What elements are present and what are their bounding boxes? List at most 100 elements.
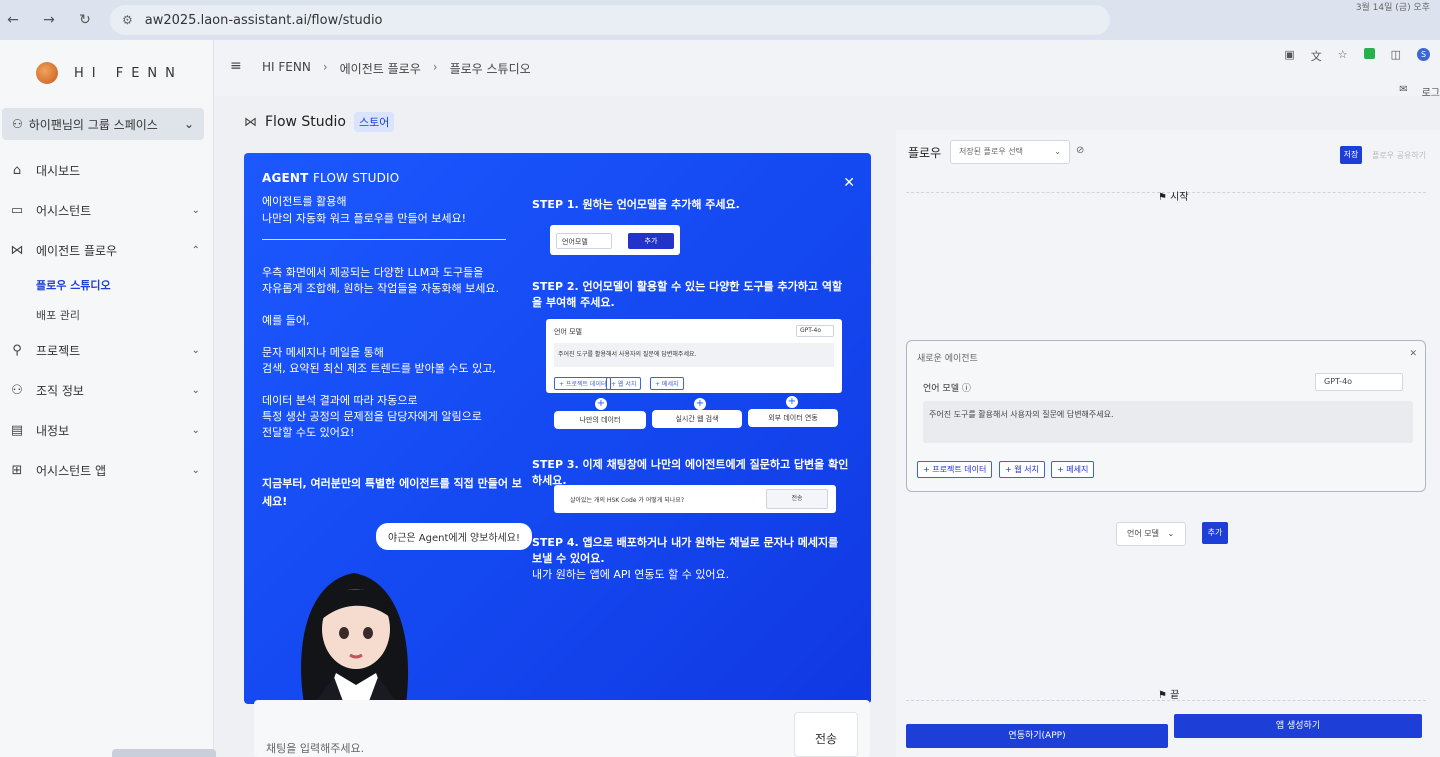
flag-icon: ⚑ — [1158, 192, 1167, 203]
flow-label: 플로우 — [908, 146, 942, 160]
forward-icon[interactable]: → — [42, 12, 56, 28]
chat-icon: ▭ — [10, 202, 24, 218]
intro-title-bold: AGENT — [262, 171, 309, 185]
step4-title-text: STEP 4. 앱으로 배포하거나 내가 원하는 채널로 문자나 메세지를 보낼… — [532, 536, 839, 565]
character-illustration — [301, 573, 409, 704]
home-icon: ⌂ — [12, 162, 22, 178]
sidebar-item-label: 어시스턴트 — [36, 203, 92, 218]
mail-icon[interactable]: ✉ — [1399, 84, 1407, 99]
menu-collapse-icon[interactable]: ≡ — [230, 58, 242, 74]
prompt-field[interactable]: 주어진 도구를 활용해서 사용자의 질문에 답변해주세요. — [923, 401, 1413, 443]
address-bar[interactable]: ⚙ aw2025.laon-assistant.ai/flow/studio — [110, 5, 1110, 35]
extension-icon[interactable] — [1363, 48, 1375, 59]
chevron-down-icon: ⌄ — [191, 344, 200, 356]
browser-extension-icons: ▣ 文 ☆ ◫ S — [1284, 48, 1430, 64]
puzzle-icon[interactable]: ◫ — [1391, 48, 1401, 64]
apps-icon: ⊞ — [11, 462, 23, 478]
reload-icon[interactable]: ↻ — [78, 12, 92, 28]
close-icon[interactable]: ✕ — [843, 175, 855, 191]
add-project-data-button[interactable]: + 프로젝트 데이터 — [917, 461, 993, 478]
back-icon[interactable]: ← — [6, 12, 20, 28]
store-badge[interactable]: 스토어 — [354, 112, 395, 132]
mock-pill: 실시간 웹 검색 — [652, 410, 742, 428]
intro-lead-line2: 나만의 자동화 워크 플로우를 만들어 보세요! — [262, 212, 467, 225]
language-model-select[interactable]: 언어 모델 ⌄ — [1116, 522, 1186, 546]
mock-tag: + 프로젝트 데이터 — [554, 377, 612, 390]
intro-lead-line1: 에이전트를 활용해 — [262, 195, 347, 208]
step2-title: STEP 2. 언어모델이 활용할 수 있는 다양한 도구를 추가하고 역할을 … — [532, 280, 843, 309]
breadcrumb-home[interactable]: HI FENN — [262, 60, 311, 77]
sidebar-item-agent-flow[interactable]: ⋈ 에이전트 플로우 ⌃ — [0, 230, 214, 270]
sidebar-item-label: 에이전트 플로우 — [36, 243, 118, 258]
end-node: ⚑ 끝 — [1158, 686, 1179, 701]
brand-name: HI FENN — [74, 65, 183, 81]
create-app-button[interactable]: 앱 생성하기 — [1174, 714, 1422, 738]
url-text: aw2025.laon-assistant.ai/flow/studio — [144, 12, 383, 28]
sidebar-menu: ⌂ 대시보드 ▭ 어시스턴트 ⌄ ⋈ 에이전트 플로우 ⌃ 플로우 스튜디오 배… — [0, 150, 214, 490]
close-icon[interactable]: ✕ — [1409, 349, 1417, 359]
send-button[interactable]: 전송 — [794, 712, 858, 757]
login-link[interactable]: 로그 — [1422, 84, 1440, 99]
chevron-up-icon: ⌃ — [191, 244, 200, 256]
step1-mock: 언어모델 추가 — [550, 225, 680, 255]
star-icon[interactable]: ☆ — [1338, 48, 1348, 64]
breadcrumb-current: 플로우 스튜디오 — [449, 62, 531, 76]
sidebar-subitem-deploy[interactable]: 배포 관리 — [0, 300, 214, 330]
sidebar-item-project[interactable]: ⚲ 프로젝트 ⌄ — [0, 330, 214, 370]
sidebar-item-label: 어시스턴트 앱 — [36, 463, 107, 478]
chevron-right-icon: › — [432, 60, 438, 74]
person-icon: ⚲ — [12, 342, 22, 358]
intro-paragraph: 우측 화면에서 제공되는 다양한 LLM과 도구들을 자유롭게 조합해, 원하는… — [262, 266, 499, 295]
connect-app-button[interactable]: 연동하기(APP) — [906, 724, 1168, 748]
plus-icon: + — [595, 398, 607, 410]
intro-paragraph: 예를 들어, — [262, 314, 310, 327]
intro-cta: 지금부터, 여러분만의 특별한 에이전트를 직접 만들어 보세요! — [262, 477, 522, 508]
sidebar-bottom-tab[interactable] — [112, 749, 216, 757]
sidebar-item-assistant-app[interactable]: ⊞ 어시스턴트 앱 ⌄ — [0, 450, 214, 490]
chevron-down-icon: ⌄ — [191, 424, 200, 436]
cast-icon[interactable]: ▣ — [1284, 48, 1294, 64]
lm-label: 언어 모델 ⓘ — [923, 381, 971, 394]
browser-chrome: ← → ↻ ⚙ aw2025.laon-assistant.ai/flow/st… — [0, 0, 1440, 40]
sidebar-item-label: 프로젝트 — [36, 343, 81, 358]
share-flow-button[interactable]: 플로우 공유하기 — [1372, 150, 1426, 161]
reset-icon[interactable]: ⊘ — [1076, 145, 1084, 156]
breadcrumb-agent-flow[interactable]: 에이전트 플로우 — [340, 60, 421, 77]
sidebar-item-my-info[interactable]: ▤ 내정보 ⌄ — [0, 410, 214, 450]
chat-input[interactable]: 채팅을 입력해주세요. — [266, 740, 364, 756]
model-select[interactable]: GPT-4o — [1315, 373, 1403, 391]
translate-icon[interactable]: 文 — [1311, 48, 1322, 64]
group-icon: ⚇ — [12, 117, 23, 131]
intro-panel: ✕ AGENT FLOW STUDIO 에이전트를 활용해 나만의 자동화 워크… — [244, 153, 871, 704]
saved-flow-select[interactable]: 저장된 플로우 선택 ⌄ — [950, 140, 1070, 164]
mock-tag: + 메세지 — [650, 377, 684, 390]
intro-title-rest: FLOW STUDIO — [312, 171, 400, 185]
sidebar-item-dashboard[interactable]: ⌂ 대시보드 — [0, 150, 214, 190]
sidebar-item-label: 대시보드 — [36, 163, 81, 178]
sidebar-item-org[interactable]: ⚇ 조직 정보 ⌄ — [0, 370, 214, 410]
flow-icon: ⋈ — [10, 242, 24, 258]
save-button[interactable]: 저장 — [1340, 146, 1362, 164]
mock-pill: 외부 데이터 연동 — [748, 409, 838, 427]
chevron-down-icon: ⌄ — [1054, 147, 1061, 156]
add-button[interactable]: 추가 — [1202, 522, 1228, 544]
logo[interactable]: HI FENN — [36, 62, 183, 84]
add-web-search-button[interactable]: + 웹 서치 — [999, 461, 1045, 478]
workspace-selector[interactable]: ⚇ 하이팬님의 그룹 스페이스 ⌄ — [2, 108, 204, 140]
browser-nav: ← → ↻ — [6, 12, 92, 28]
mock-tag: + 웹 서치 — [606, 377, 642, 390]
chevron-down-icon: ⌄ — [1167, 529, 1175, 538]
add-message-button[interactable]: + 메세지 — [1051, 461, 1095, 478]
agent-card[interactable]: 새로운 에이전트 ✕ 언어 모델 ⓘ GPT-4o 주어진 도구를 활용해서 사… — [906, 340, 1426, 492]
sidebar-item-assistant[interactable]: ▭ 어시스턴트 ⌄ — [0, 190, 214, 230]
start-node: ⚑ 시작 — [1158, 188, 1189, 203]
fox-logo-icon — [36, 62, 58, 84]
mock-lm-label: 언어 모델 — [554, 328, 582, 336]
sidebar-subitem-flow-studio[interactable]: 플로우 스튜디오 — [0, 270, 214, 300]
profile-avatar[interactable]: S — [1417, 48, 1430, 61]
site-settings-icon[interactable]: ⚙ — [122, 13, 133, 27]
step2-mock: 언어 모델 GPT-4o 주어진 도구를 활용해서 사용자의 질문에 답변해주세… — [546, 319, 842, 393]
page-title: ⋈ Flow Studio 스토어 — [244, 112, 395, 132]
clock-text: 3월 14일 (금) 오후 — [1355, 3, 1430, 13]
mock-question: 살아있는 개의 HSK Code 가 어떻게 되나요? — [570, 497, 685, 504]
